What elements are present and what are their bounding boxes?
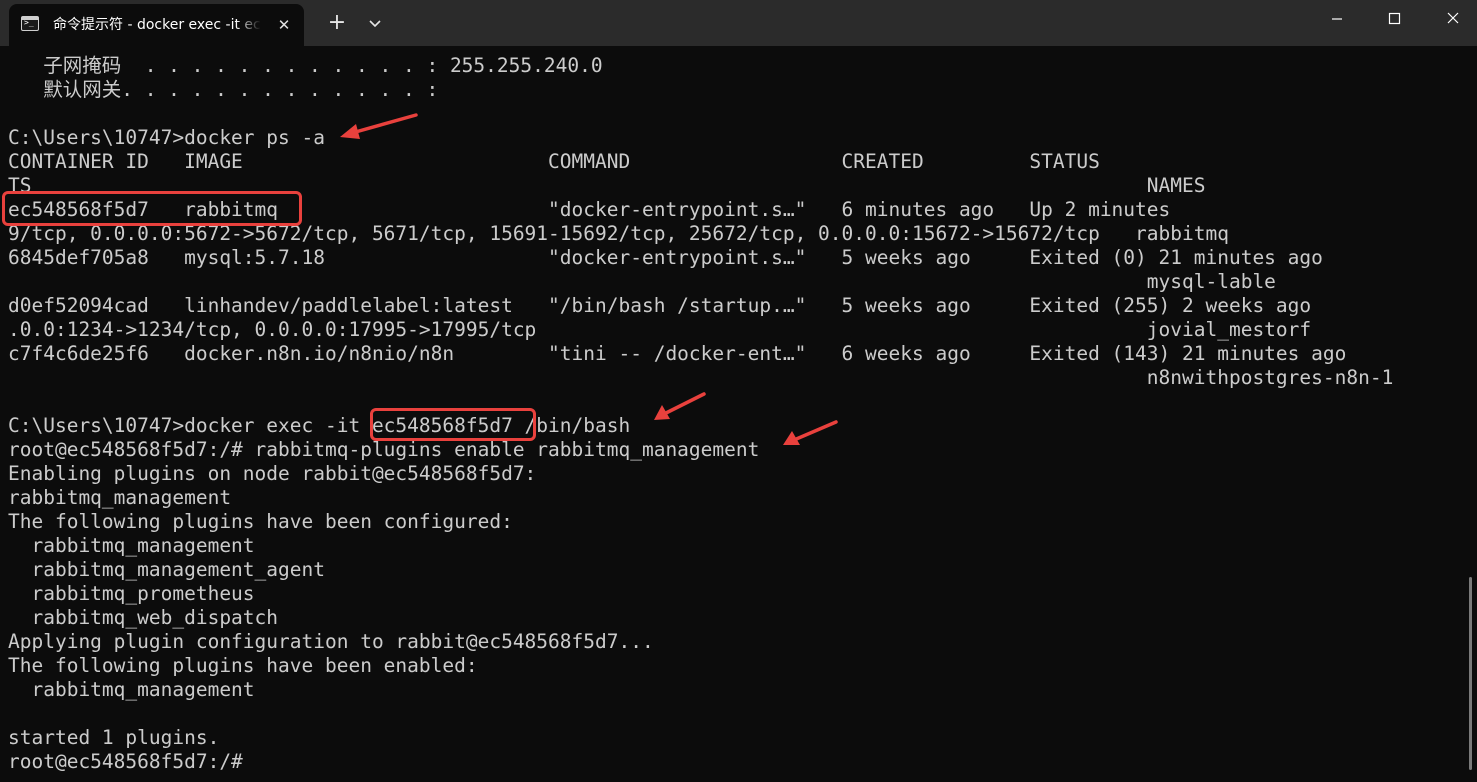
terminal-line: .0.0:1234->1234/tcp, 0.0.0.0:17995->1799…: [8, 318, 1312, 341]
terminal-line: rabbitmq_management: [8, 678, 255, 701]
terminal-line: 默认网关. . . . . . . . . . . . . :: [8, 78, 439, 101]
terminal-line: mysql-lable: [8, 270, 1276, 293]
terminal-line: Enabling plugins on node rabbit@ec548568…: [8, 462, 537, 485]
terminal-line: 子网掩码 . . . . . . . . . . . . : 255.255.2…: [8, 54, 603, 77]
terminal-line: 6845def705a8 mysql:5.7.18 "docker-entryp…: [8, 246, 1323, 269]
close-icon[interactable]: [1430, 0, 1476, 40]
terminal-line: Applying plugin configuration to rabbit@…: [8, 630, 654, 653]
arrow-annotation-icon: [783, 420, 838, 445]
arrow-annotation-icon: [654, 392, 706, 420]
terminal-line: rabbitmq_web_dispatch: [8, 606, 279, 629]
terminal-line: c7f4c6de25f6 docker.n8n.io/n8nio/n8n "ti…: [8, 342, 1347, 365]
title-bar: 命令提示符 - docker exec -it ec548568f5d7 /bi…: [0, 0, 1477, 46]
terminal-line: rabbitmq_management: [8, 486, 232, 509]
terminal-output[interactable]: 子网掩码 . . . . . . . . . . . . : 255.255.2…: [0, 46, 1467, 782]
minimize-icon[interactable]: [1314, 0, 1360, 40]
terminal-line: rabbitmq_management_agent: [8, 558, 325, 581]
terminal-line: d0ef52094cad linhandev/paddlelabel:lates…: [8, 294, 1477, 317]
terminal-line: CONTAINER ID IMAGE COMMAND CREATED STATU…: [8, 150, 1477, 173]
maximize-icon[interactable]: [1371, 0, 1417, 40]
arrow-annotation-icon: [340, 113, 418, 139]
terminal-line: C:\Users\10747>docker ps -a: [8, 126, 325, 149]
terminal-line: root@ec548568f5d7:/# rabbitmq-plugins en…: [8, 438, 760, 461]
scrollbar[interactable]: [1469, 577, 1472, 770]
terminal-icon: [21, 16, 39, 31]
terminal-line: started 1 plugins.: [8, 726, 220, 749]
terminal-line: The following plugins have been enabled:: [8, 654, 478, 677]
terminal-line: rabbitmq_prometheus: [8, 582, 255, 605]
new-tab-button[interactable]: +: [324, 9, 350, 37]
highlight-box-container-row: [2, 191, 302, 226]
chevron-down-icon[interactable]: [362, 9, 388, 37]
terminal-tab[interactable]: 命令提示符 - docker exec -it ec548568f5d7 /bi…: [9, 4, 304, 46]
terminal-line: rabbitmq_management: [8, 534, 255, 557]
tab-title: 命令提示符 - docker exec -it ec548568f5d7 /bi…: [53, 17, 261, 33]
terminal-line: n8nwithpostgres-n8n-1: [8, 366, 1394, 389]
terminal-line: C:\Users\10747>docker exec -it ec548568f…: [8, 414, 631, 437]
terminal-line: The following plugins have been configur…: [8, 510, 513, 533]
terminal-line: root@ec548568f5d7:/#: [8, 750, 243, 773]
close-tab-icon[interactable]: ✕: [273, 14, 295, 36]
highlight-box-container-id: [370, 408, 536, 441]
